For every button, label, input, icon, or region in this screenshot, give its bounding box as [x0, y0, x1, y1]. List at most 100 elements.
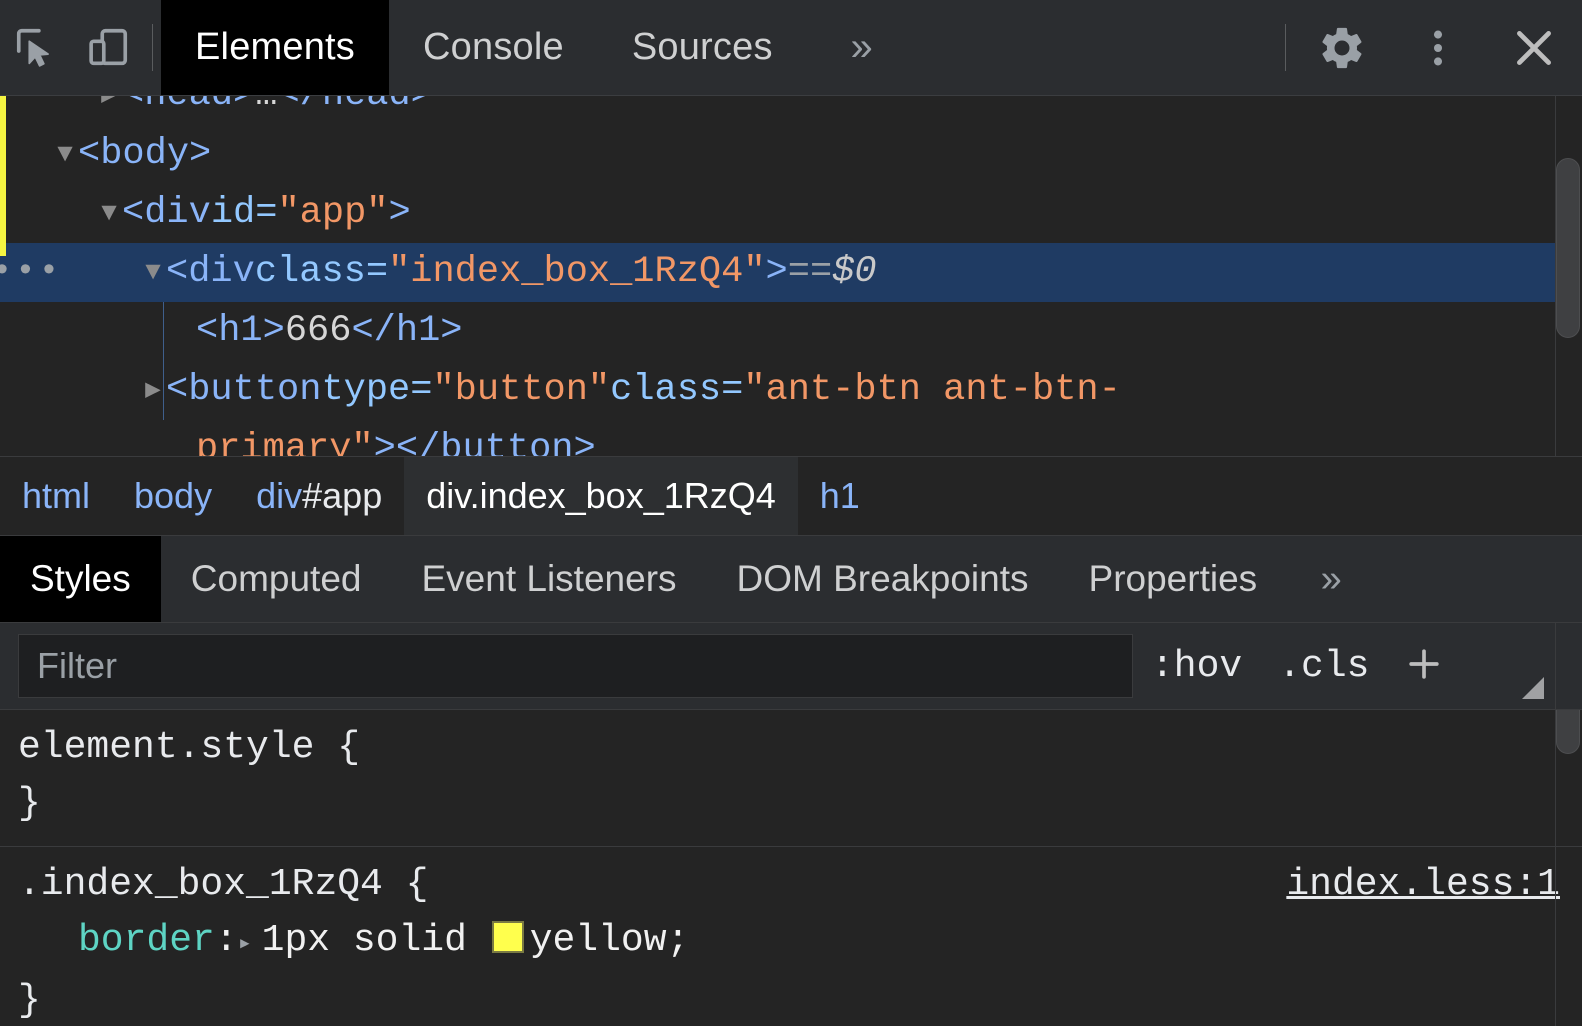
dom-tree-pane[interactable]: ▶ <head>…</head> ▼ <body> ▼<div id="app"…: [0, 96, 1582, 456]
breadcrumb-item-h1[interactable]: h1: [798, 457, 882, 535]
dom-attr-value: "index_box_1RzQ4": [388, 251, 766, 293]
devtools-main-toolbar: Elements Console Sources »: [0, 0, 1582, 96]
expand-shorthand-icon[interactable]: ▸: [238, 917, 262, 973]
dom-node-button-continuation[interactable]: primary" > </button>: [0, 420, 1556, 456]
toolbar-right-group: [1277, 0, 1582, 95]
dom-node-text: <head>: [122, 96, 255, 125]
new-style-rule-button[interactable]: [1387, 642, 1461, 691]
node-menu-ellipsis-icon[interactable]: •••: [0, 243, 59, 302]
more-panels-button[interactable]: »: [807, 0, 917, 95]
rule-close-brace: }: [18, 782, 41, 825]
more-options-button[interactable]: [1390, 0, 1486, 95]
rule-selector[interactable]: element.style {: [18, 720, 360, 776]
dom-tree-scrollbar[interactable]: [1556, 96, 1580, 456]
toggle-element-classes-button[interactable]: .cls: [1260, 645, 1387, 688]
tab-sources[interactable]: Sources: [598, 0, 807, 95]
dom-node-textnode: 666: [284, 310, 352, 352]
dom-tree-scroll-area[interactable]: ▶ <head>…</head> ▼ <body> ▼<div id="app"…: [0, 96, 1556, 456]
tab-console[interactable]: Console: [389, 0, 598, 95]
dom-node-tag: <div: [122, 192, 211, 234]
style-rule-element-style[interactable]: element.style { }: [0, 710, 1582, 846]
dom-node-console-ref: $0: [832, 251, 877, 293]
sidebar-resize-handle[interactable]: [1522, 677, 1544, 699]
styles-scrollbar-track-border: [1555, 623, 1556, 709]
toggle-device-toolbar-button[interactable]: [72, 0, 144, 95]
styles-scrollbar-thumb[interactable]: [1556, 710, 1580, 754]
color-swatch[interactable]: [491, 921, 524, 953]
collapse-arrow-icon[interactable]: ▼: [52, 125, 78, 184]
dom-node-head[interactable]: ▶ <head>…</head>: [0, 96, 1556, 125]
dom-attr-value: "button": [432, 369, 611, 411]
tab-properties[interactable]: Properties: [1059, 536, 1288, 622]
css-property-name[interactable]: border: [78, 919, 215, 962]
three-dots-vertical-icon: [1415, 25, 1461, 71]
collapse-arrow-icon[interactable]: ▼: [96, 184, 122, 243]
rule-close-brace: }: [18, 979, 41, 1022]
breadcrumb-item-html[interactable]: html: [0, 457, 112, 535]
dom-node-tag: <div: [166, 251, 255, 293]
dom-attr-name: type=: [321, 369, 433, 411]
settings-button[interactable]: [1294, 0, 1390, 95]
dom-attr-name-class: class=: [610, 369, 744, 411]
tab-dom-breakpoints[interactable]: DOM Breakpoints: [707, 536, 1059, 622]
breadcrumb-item-div-index-box[interactable]: div.index_box_1RzQ4: [404, 457, 798, 535]
close-devtools-button[interactable]: [1486, 0, 1582, 95]
dom-node-button[interactable]: ▶ <button type= "button" class= "ant-btn an…: [0, 361, 1556, 420]
element-highlight-strip: [0, 96, 6, 256]
expand-arrow-icon[interactable]: ▶: [96, 96, 122, 125]
toggle-hover-states-button[interactable]: :hov: [1133, 645, 1260, 688]
dom-scrollbar-thumb[interactable]: [1556, 158, 1580, 338]
sidebar-tab-strip: Styles Computed Event Listeners DOM Brea…: [0, 535, 1582, 622]
filter-input[interactable]: [18, 634, 1133, 698]
breadcrumb-item-div-app[interactable]: div #app: [234, 457, 404, 535]
dom-node-text: <body>: [78, 133, 212, 175]
css-value-suffix: yellow;: [529, 919, 690, 962]
stylesheet-source-link[interactable]: index.less:1: [1286, 857, 1560, 913]
dom-node-tag-end: </h1>: [351, 310, 463, 352]
dom-node-h1[interactable]: <h1> 666 </h1>: [0, 302, 1556, 361]
dom-attr-value-class: "ant-btn ant-btn-: [743, 369, 1121, 411]
plus-icon: [1402, 642, 1446, 691]
breadcrumb-item-body[interactable]: body: [112, 457, 234, 535]
css-colon: :: [214, 919, 238, 962]
tab-computed[interactable]: Computed: [161, 536, 392, 622]
dom-node-body[interactable]: ▼ <body>: [0, 125, 1556, 184]
tab-event-listeners[interactable]: Event Listeners: [391, 536, 706, 622]
rule-header: .index_box_1RzQ4 { index.less:1: [18, 857, 1582, 913]
expand-arrow-icon[interactable]: ▶: [140, 361, 166, 420]
dom-node-tag-end: >: [765, 251, 788, 293]
devtools-window: Elements Console Sources » ▼ <body> ▼ <d…: [0, 0, 1582, 1026]
collapse-arrow-icon[interactable]: ▼: [140, 243, 166, 302]
breadcrumb-tag-name: div: [256, 475, 303, 516]
dom-node-tag: <button: [166, 369, 322, 411]
dom-node-ellipsis: …: [255, 96, 277, 125]
dom-node-close-tag: </button>: [395, 428, 596, 456]
css-declaration-border[interactable]: border:▸ 1px solid yellow;: [18, 913, 1582, 973]
toolbar-divider-right: [1285, 24, 1286, 71]
dom-node-tag: <h1>: [196, 310, 285, 352]
dom-node-close-tag: </head>: [277, 96, 432, 125]
close-icon: [1509, 23, 1559, 73]
style-rule-index-box[interactable]: .index_box_1RzQ4 { index.less:1 border:▸…: [0, 846, 1582, 1026]
inspect-element-button[interactable]: [0, 0, 72, 95]
tab-styles[interactable]: Styles: [0, 536, 161, 622]
css-value-prefix: 1px solid: [261, 919, 490, 962]
styles-scrollbar[interactable]: [1556, 710, 1580, 1026]
dom-attr-value-continued: primary": [196, 428, 374, 456]
dom-node-div-app[interactable]: ▼ <div id= "app" >: [0, 184, 1556, 243]
breadcrumb[interactable]: html body div #app div.index_box_1RzQ4 h1: [0, 456, 1582, 535]
device-toolbar-icon: [85, 25, 131, 71]
dom-node-equals: ==: [787, 251, 833, 293]
styles-rules-pane[interactable]: element.style { } .index_box_1RzQ4 { ind…: [0, 710, 1582, 1026]
inspect-element-icon: [13, 25, 59, 71]
toolbar-divider: [152, 24, 153, 71]
rule-selector[interactable]: .index_box_1RzQ4 {: [18, 857, 428, 913]
dom-node-div-index-box[interactable]: ••• ▼<div class="index_box_1RzQ4"> == $0: [0, 243, 1556, 302]
breadcrumb-node-id: #app: [302, 475, 383, 516]
rule-header: element.style {: [18, 720, 1582, 776]
dom-attr-value: "app": [277, 192, 389, 234]
more-sidebar-tabs-button[interactable]: »: [1287, 536, 1375, 622]
tab-elements[interactable]: Elements: [161, 0, 390, 95]
dom-attr-name: id=: [210, 192, 278, 234]
